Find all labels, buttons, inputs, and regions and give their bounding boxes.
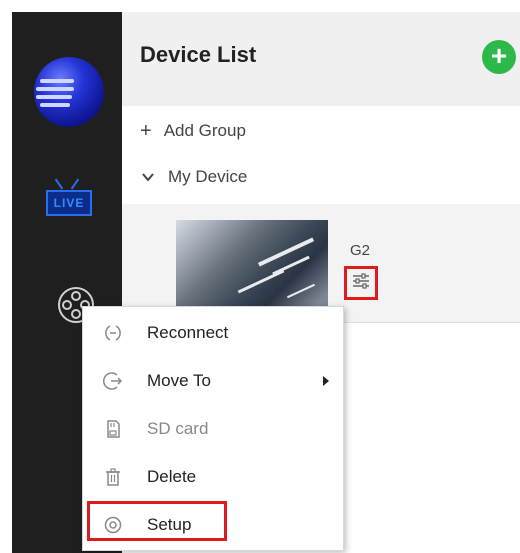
live-icon[interactable]: LIVE [44, 178, 92, 218]
globe-logo [34, 57, 104, 127]
left-margin [0, 0, 12, 553]
menu-label-delete: Delete [147, 467, 197, 486]
my-device-label: My Device [168, 167, 248, 186]
plus-circle-icon[interactable]: + [482, 40, 516, 74]
menu-label-reconnect: Reconnect [147, 323, 229, 342]
header: Device List + [122, 12, 520, 106]
device-settings-button[interactable] [344, 266, 378, 300]
submenu-arrow-icon [323, 376, 329, 386]
sliders-icon [351, 272, 371, 295]
device-thumbnail[interactable] [176, 220, 328, 318]
my-device-group[interactable]: My Device [140, 164, 247, 190]
menu-item-move-to[interactable]: Move To [83, 361, 343, 401]
sd-card-icon [103, 419, 123, 439]
plus-icon: + [140, 119, 152, 142]
menu-label-sd-card: SD card [147, 419, 209, 438]
menu-item-delete[interactable]: Delete [83, 457, 343, 497]
menu-label-move-to: Move To [147, 371, 211, 390]
add-group-button[interactable]: + Add Group [140, 118, 246, 144]
chevron-down-icon [140, 169, 156, 185]
menu-item-sd-card[interactable]: SD card [83, 409, 343, 449]
reconnect-icon [103, 323, 123, 343]
move-icon [102, 371, 123, 391]
add-group-label: Add Group [163, 121, 246, 140]
setup-highlight-box [87, 501, 227, 541]
device-name: G2 [350, 242, 371, 259]
top-margin [0, 0, 520, 12]
trash-icon [103, 467, 123, 487]
live-label: LIVE [46, 190, 92, 216]
context-menu: Reconnect Move To SD card Delete Setup [82, 306, 344, 551]
page-title: Device List [140, 42, 257, 67]
menu-item-reconnect[interactable]: Reconnect [83, 313, 343, 353]
